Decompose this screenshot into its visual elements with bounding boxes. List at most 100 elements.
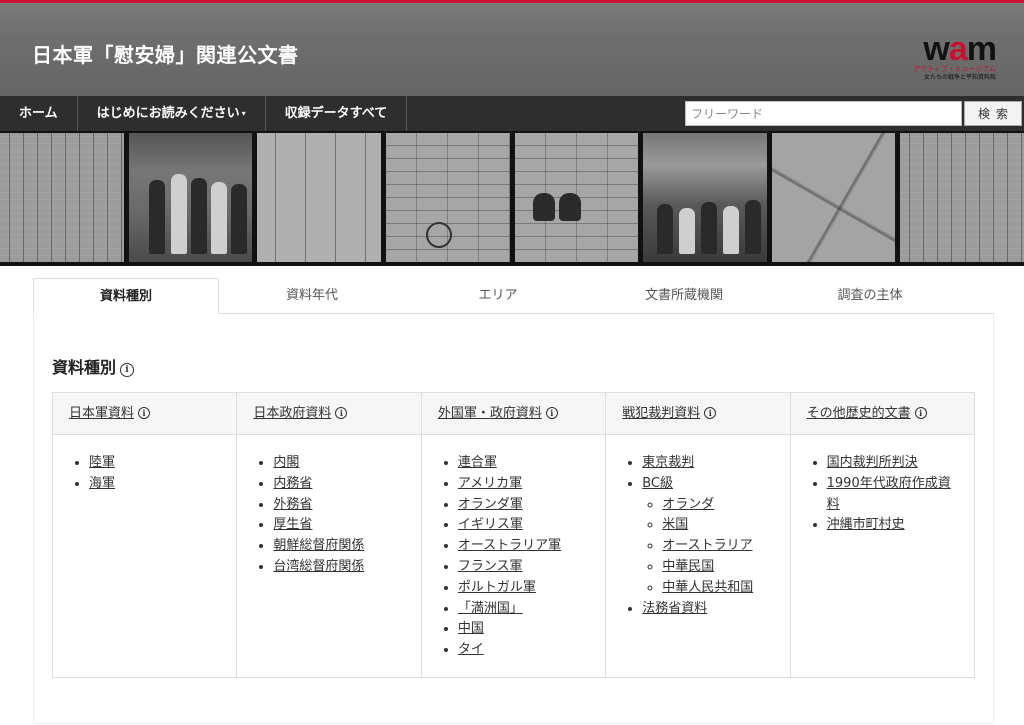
column-body: 連合軍 アメリカ軍 オランダ軍 イギリス軍 オーストラリア軍 フランス軍 ポルト… (422, 435, 605, 661)
category-link[interactable]: 米国 (662, 517, 688, 532)
list-item: 連合軍 (458, 453, 589, 474)
category-link[interactable]: フランス軍 (458, 559, 523, 574)
chevron-down-icon: ▾ (241, 109, 246, 118)
category-link[interactable]: 厚生省 (273, 517, 312, 532)
tab-area[interactable]: エリア (405, 278, 591, 313)
banner-image-seated-group (643, 133, 767, 262)
category-link[interactable]: 中華人民共和国 (662, 580, 753, 595)
info-icon[interactable]: i (545, 407, 558, 419)
category-link[interactable]: 中国 (458, 621, 484, 636)
list-item: 東京裁判 (642, 453, 773, 474)
category-link[interactable]: 1990年代政府作成資料 (827, 476, 951, 512)
tab-research-subject[interactable]: 調査の主体 (777, 278, 963, 313)
list-item: アメリカ軍 (458, 474, 589, 495)
column-foreign-military-government: 外国軍・政府資料i 連合軍 アメリカ軍 オランダ軍 イギリス軍 オーストラリア軍… (421, 393, 607, 677)
logo-subtitle: アクティブ・ミュージアム (913, 65, 996, 73)
sub-list-item: オーストラリア (662, 536, 773, 557)
column-header-link[interactable]: 外国軍・政府資料 (438, 406, 542, 421)
category-link[interactable]: 沖縄市町村史 (827, 517, 905, 532)
nav-all-data[interactable]: 収録データすべて (266, 96, 408, 131)
banner-image-document (0, 133, 124, 262)
category-link[interactable]: 台湾総督府関係 (273, 559, 364, 574)
figure-silhouette (745, 200, 762, 254)
list-item: 内務省 (273, 474, 404, 495)
banner-image-document (257, 133, 381, 262)
main-nav: ホーム はじめにお読みください▾ 収録データすべて 検索 (0, 96, 1024, 131)
info-icon[interactable]: i (914, 407, 927, 419)
category-link[interactable]: ポルトガル軍 (458, 580, 536, 595)
list-item: 国内裁判所判決 (827, 453, 958, 474)
category-link[interactable]: アメリカ軍 (458, 476, 522, 491)
column-header-link[interactable]: 日本政府資料 (253, 406, 331, 421)
info-icon[interactable]: i (704, 407, 717, 419)
tab-document-type[interactable]: 資料種別 (33, 278, 219, 314)
column-body: 陸軍 海軍 (53, 435, 236, 495)
banner-image-document (900, 133, 1024, 262)
category-link[interactable]: タイ (458, 642, 484, 657)
nav-read-first[interactable]: はじめにお読みください ▾ (78, 96, 266, 131)
category-link[interactable]: オランダ軍 (458, 497, 523, 512)
figure-silhouette (679, 208, 696, 254)
category-link[interactable]: 陸軍 (89, 455, 115, 470)
sub-list-item: 中華人民共和国 (662, 578, 773, 599)
portrait-photo (532, 193, 555, 221)
category-link[interactable]: 朝鮮総督府関係 (273, 538, 364, 553)
column-header: 日本政府資料 i (237, 393, 421, 435)
column-header: 戦犯裁判資料 i (606, 393, 790, 435)
category-link[interactable]: 国内裁判所判決 (827, 455, 918, 470)
category-link[interactable]: 内務省 (273, 476, 312, 491)
category-tabs: 資料種別 資料年代 エリア 文書所蔵機関 調査の主体 (33, 278, 994, 314)
category-link[interactable]: オーストラリア (662, 538, 752, 553)
info-icon[interactable]: i (335, 407, 348, 419)
category-link[interactable]: オランダ (662, 497, 714, 512)
tab-holding-institution[interactable]: 文書所蔵機関 (591, 278, 777, 313)
list-item: 沖縄市町村史 (827, 515, 958, 536)
list-item: 海軍 (89, 474, 220, 495)
info-icon[interactable]: i (120, 363, 135, 377)
stamp-mark (425, 222, 452, 248)
search-bar: 検索 (685, 101, 1024, 126)
sub-list-item: オランダ (662, 495, 773, 516)
figure-silhouette (210, 182, 227, 254)
column-body: 国内裁判所判決 1990年代政府作成資料 沖縄市町村史 (791, 435, 974, 536)
site-title[interactable]: 日本軍「慰安婦」関連公文書 (32, 39, 299, 68)
category-link[interactable]: 「満洲国」 (458, 601, 523, 616)
list-item: 内閣 (273, 453, 404, 474)
sub-list-item: 中華民国 (662, 557, 773, 578)
banner-image-map (771, 133, 896, 262)
main-content: 資料種別 資料年代 エリア 文書所蔵機関 調査の主体 資料種別 i 日本軍資料 i … (0, 266, 1024, 724)
category-link[interactable]: オーストラリア軍 (458, 538, 561, 553)
panel-title: 資料種別 i (52, 354, 975, 378)
list-item: イギリス軍 (458, 515, 589, 536)
column-header: その他歴史的文書 i (790, 393, 975, 435)
nav-home[interactable]: ホーム (0, 96, 78, 131)
category-link[interactable]: 外務省 (273, 497, 312, 512)
category-link[interactable]: 中華民国 (662, 559, 714, 574)
search-input[interactable] (685, 101, 962, 126)
category-link[interactable]: 法務省資料 (642, 601, 707, 616)
category-link[interactable]: 内閣 (273, 455, 299, 470)
figure-silhouette (723, 206, 740, 254)
portrait-photo (558, 193, 581, 221)
list-item: 厚生省 (273, 515, 404, 536)
column-header-link[interactable]: その他歴史的文書 (807, 406, 911, 421)
logo-subtitle-2: 女たちの戦争と平和資料館 (923, 74, 996, 81)
tab-document-period[interactable]: 資料年代 (219, 278, 405, 313)
logo-wordmark: wam (923, 30, 997, 68)
category-link[interactable]: 海軍 (89, 476, 115, 491)
category-link[interactable]: 連合軍 (458, 455, 497, 470)
list-item: 陸軍 (89, 453, 220, 474)
category-link[interactable]: 東京裁判 (642, 455, 694, 470)
column-japanese-government: 日本政府資料 i 内閣 内務省 外務省 厚生省 朝鮮総督府関係 台湾総督府関係 (237, 393, 422, 677)
category-link[interactable]: イギリス軍 (458, 517, 523, 532)
info-icon[interactable]: i (138, 407, 151, 419)
column-japanese-military: 日本軍資料 i 陸軍 海軍 (53, 393, 238, 677)
list-item: 「満洲国」 (458, 599, 589, 620)
column-header-link[interactable]: 日本軍資料 (69, 406, 134, 421)
column-header: 外国軍・政府資料 i (421, 393, 606, 435)
search-button[interactable]: 検索 (964, 101, 1022, 126)
category-grid: 日本軍資料 i 陸軍 海軍 日本政府資料 i 内閣 内務省 外務省 厚生省 (52, 392, 975, 678)
wam-logo[interactable]: wam アクティブ・ミュージアム 女たちの戦争と平和資料館 (906, 30, 997, 87)
column-header-link[interactable]: 戦犯裁判資料 (622, 406, 700, 421)
category-link[interactable]: BC級 (642, 476, 673, 491)
